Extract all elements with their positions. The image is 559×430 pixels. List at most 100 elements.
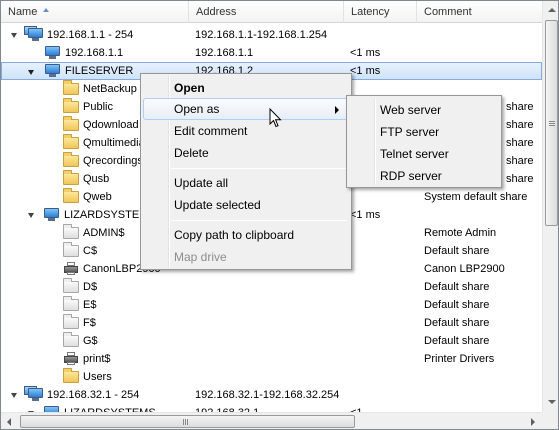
submenu-item-rdp-server[interactable]: RDP server xyxy=(349,165,499,187)
menu-item-delete[interactable]: Delete xyxy=(143,142,349,164)
horizontal-scroll-thumb[interactable] xyxy=(20,415,355,428)
menu-item-edit-comment[interactable]: Edit comment xyxy=(143,120,349,142)
vertical-scroll-thumb[interactable] xyxy=(545,20,558,226)
row-comment: share xyxy=(506,155,534,167)
computer-icon xyxy=(44,208,59,222)
menu-item-map-drive: Map drive xyxy=(174,250,227,264)
row-name: Public xyxy=(83,101,113,113)
folder-icon xyxy=(63,116,79,131)
scroll-left-button[interactable] xyxy=(1,413,18,429)
row-name: G$ xyxy=(83,335,98,347)
menu-item-copy-path[interactable]: Copy path to clipboard xyxy=(143,224,349,246)
context-menu: Open Open as Edit comment Delete Update … xyxy=(140,73,352,270)
network-tree-view: Name Address Latency Comment 192.168.1.1… xyxy=(0,0,559,430)
network-range-icon xyxy=(24,386,43,402)
sort-ascending-icon xyxy=(43,8,50,13)
hidden-folder-icon xyxy=(63,314,79,329)
expand-toggle-icon[interactable] xyxy=(28,70,34,75)
menu-separator xyxy=(171,168,347,169)
menu-item-update-all[interactable]: Update all xyxy=(143,172,349,194)
column-address-header[interactable]: Address xyxy=(189,1,344,23)
hidden-folder-icon xyxy=(63,278,79,293)
row-name: D$ xyxy=(83,281,98,293)
scroll-up-button[interactable] xyxy=(543,1,558,18)
row-name: print$ xyxy=(83,353,111,365)
network-range-icon xyxy=(24,26,43,42)
hidden-folder-icon xyxy=(63,242,79,257)
vertical-scrollbar[interactable] xyxy=(542,1,558,412)
menu-item-open-as-label: Open as xyxy=(174,102,220,116)
hidden-folder-icon xyxy=(63,296,79,311)
arrow-left-icon xyxy=(7,418,11,426)
horizontal-scrollbar[interactable] xyxy=(1,412,542,429)
row-name: 192.168.1.1 xyxy=(65,47,124,59)
column-comment-header[interactable]: Comment xyxy=(417,1,542,23)
expand-toggle-icon[interactable] xyxy=(11,33,17,38)
tree-row-printer-share[interactable]: print$ Printer Drivers xyxy=(1,350,542,368)
row-address: 192.168.1.1-192.168.1.254 xyxy=(195,29,328,41)
tree-row-share[interactable]: G$ Default share xyxy=(1,332,542,350)
menu-item-update-selected[interactable]: Update selected xyxy=(143,194,349,216)
tree-row-share[interactable]: F$ Default share xyxy=(1,314,542,332)
tree-row-share[interactable]: Users xyxy=(1,368,542,386)
tree-row-share[interactable]: E$ Default share xyxy=(1,296,542,314)
scrollbar-corner xyxy=(542,412,558,429)
row-comment: share xyxy=(506,137,534,149)
row-comment: Canon LBP2900 xyxy=(424,263,505,275)
row-name: Users xyxy=(83,371,112,383)
menu-item-open[interactable]: Open xyxy=(143,77,349,99)
column-address-label: Address xyxy=(196,6,237,18)
row-comment: Default share xyxy=(424,335,490,347)
computer-icon xyxy=(45,46,60,60)
row-comment: Printer Drivers xyxy=(424,353,495,365)
row-name: LIZARDSYSTEMS xyxy=(64,404,156,412)
row-name: F$ xyxy=(83,317,96,329)
row-latency: <1 xyxy=(350,404,418,412)
column-name-label: Name xyxy=(8,6,38,18)
tree-row-lizardsystems-2[interactable]: LIZARDSYSTEMS 192.168.32.1 <1 xyxy=(1,404,542,412)
row-comment: Default share xyxy=(424,317,490,329)
folder-icon xyxy=(63,152,79,167)
arrow-right-icon xyxy=(531,418,535,426)
row-name: 192.168.1.1 - 254 xyxy=(47,29,134,41)
row-name: E$ xyxy=(83,299,97,311)
row-comment: Default share xyxy=(424,299,490,311)
menu-item-open-as[interactable]: Open as xyxy=(143,98,349,120)
row-latency: <1 ms xyxy=(350,209,381,221)
tree-row-range-2[interactable]: 192.168.32.1 - 254 192.168.32.1-192.168.… xyxy=(1,386,542,404)
submenu-item-telnet-server[interactable]: Telnet server xyxy=(349,143,499,165)
row-comment: Default share xyxy=(424,281,490,293)
scroll-down-button[interactable] xyxy=(543,394,558,411)
submenu-item-ftp-server[interactable]: FTP server xyxy=(349,121,499,143)
tree-row-range-1[interactable]: 192.168.1.1 - 254 192.168.1.1-192.168.1.… xyxy=(1,26,542,44)
column-name-header[interactable]: Name xyxy=(1,1,189,23)
column-comment-label: Comment xyxy=(424,6,472,18)
row-latency: <1 ms xyxy=(350,47,381,59)
folder-icon xyxy=(63,98,79,113)
row-comment: share xyxy=(506,173,534,185)
folder-icon xyxy=(63,134,79,149)
expand-toggle-icon[interactable] xyxy=(11,393,17,398)
folder-icon xyxy=(63,80,79,95)
row-name: C$ xyxy=(83,245,98,257)
scroll-right-button[interactable] xyxy=(524,413,541,429)
folder-icon xyxy=(63,188,79,203)
row-address: 192.168.32.1 xyxy=(195,404,345,412)
column-latency-label: Latency xyxy=(351,6,390,18)
expand-toggle-icon[interactable] xyxy=(28,213,34,218)
row-name: Qweb xyxy=(83,191,112,203)
printer-icon xyxy=(63,352,79,366)
row-name: Qmultimedia xyxy=(83,137,145,149)
row-name: 192.168.32.1 - 254 xyxy=(47,389,140,401)
submenu-arrow-icon xyxy=(335,106,339,114)
column-latency-header[interactable]: Latency xyxy=(344,1,417,23)
printer-icon xyxy=(63,262,79,276)
submenu-item-web-server[interactable]: Web server xyxy=(349,99,499,121)
row-name: NetBackup xyxy=(83,83,137,95)
row-comment: share xyxy=(506,101,534,113)
tree-row-share[interactable]: D$ Default share xyxy=(1,278,542,296)
row-name: Qusb xyxy=(83,173,110,185)
tree-row-host[interactable]: 192.168.1.1 192.168.1.1 <1 ms xyxy=(1,44,542,62)
row-latency: <1 ms xyxy=(350,65,381,77)
row-name: Qrecordings xyxy=(83,155,143,167)
